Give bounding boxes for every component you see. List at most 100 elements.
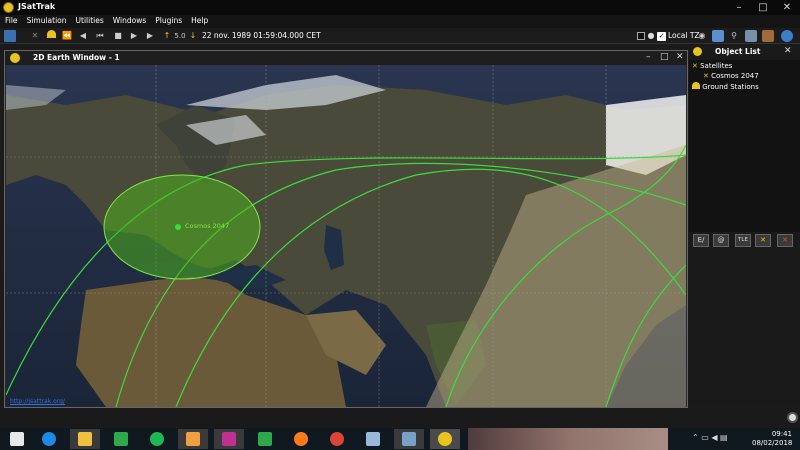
zoom-icon[interactable] [712,30,724,42]
earth-maximize-icon[interactable]: □ [660,52,669,62]
notebook-icon[interactable] [762,30,774,42]
title-bar: JSatTrak – □ ✕ [0,0,800,15]
satellite-item-icon: ✕ [703,72,709,80]
spotify-icon [150,432,164,446]
globe-icon[interactable] [781,30,793,42]
menu-windows[interactable]: Windows [108,15,150,25]
object-list-title: Object List [715,47,761,56]
panel-close-icon[interactable]: ✕ [784,46,792,56]
menu-file[interactable]: File [0,15,22,25]
moon-icon[interactable]: ● [647,30,655,42]
taskbar-firefox[interactable] [286,429,316,449]
tree-satellites[interactable]: ✕ Satellites [692,62,732,70]
firefox-icon [294,432,308,446]
app-icon [186,432,200,446]
taskbar-jsattrak[interactable] [430,429,460,449]
clock-time: 09:41 [771,430,792,438]
play-icon[interactable]: ▶ [145,30,155,42]
taskbar-store[interactable] [106,429,136,449]
earth-minimize-icon[interactable]: – [646,52,651,62]
satellite-label: Cosmos 2047 [185,222,230,230]
clock[interactable]: 09:41 08/02/2018 [752,430,792,448]
save-icon[interactable] [4,30,16,42]
satellite-footprint [103,174,261,280]
reset-icon[interactable]: ⏮ [95,30,105,42]
decrease-step-icon[interactable]: ↓ [188,30,198,42]
tray-icons[interactable]: ⌃ ▭ ◀ ▤ [692,433,728,442]
local-tz-label: Local TZ [668,31,700,40]
earth-window: 2D Earth Window - 1 – □ ✕ Cosmos 2047 ht… [4,50,688,408]
taskbar-app1[interactable] [178,429,208,449]
photos-icon [402,432,416,446]
footer-link[interactable]: http://jsattrak.org/ [10,398,65,405]
pause-checkbox[interactable] [637,32,645,40]
ground-stations-icon [692,82,700,89]
taskbar-spotify[interactable] [142,429,172,449]
object-list-icon [693,47,702,56]
search-icon[interactable]: ⚲ [729,30,739,42]
step-forward-icon[interactable]: ▶ [129,30,139,42]
datetime-field[interactable]: 22 nov. 1989 01:59:04.000 CET [202,30,321,42]
camera-icon[interactable]: ◉ [697,30,707,42]
taskbar-explorer[interactable] [70,429,100,449]
increase-step-icon[interactable]: ↑ [162,30,172,42]
earth-close-icon[interactable]: ✕ [676,52,684,62]
local-tz-checkbox[interactable]: ✓ [657,32,666,41]
status-indicator-icon [787,412,798,423]
menu-utilities[interactable]: Utilities [71,15,108,25]
taskbar-app2[interactable] [214,429,244,449]
earth-map[interactable]: Cosmos 2047 http://jsattrak.org/ [6,65,686,407]
object-list-header: Object List ✕ [689,46,800,58]
windows-icon [10,432,24,446]
stop-icon[interactable]: ■ [113,30,123,42]
taskbar-paint[interactable] [358,429,388,449]
app-title: JSatTrak [18,2,56,11]
store-icon [114,432,128,446]
toolbar: ✕ ⏪ ◀ ⏮ ■ ▶ ▶ ↑ 5.0 ↓ 22 nov. 1989 01:59… [0,28,800,44]
remove-satellite-button[interactable]: ✕ [777,234,793,247]
satellites-icon: ✕ [692,62,698,70]
taskbar-wallpaper [468,428,668,450]
taskbar-ie[interactable] [34,429,64,449]
ie-icon [42,432,56,446]
paint-icon [366,432,380,446]
earth-window-icon [10,53,20,63]
earth-window-titlebar: 2D Earth Window - 1 – □ ✕ [5,51,687,65]
menu-bar: File Simulation Utilities Windows Plugins Hel… [0,15,800,28]
menu-help[interactable]: Help [186,15,212,25]
camera-app-icon [222,432,236,446]
satellite-item-label: Cosmos 2047 [711,72,759,80]
ground-stations-label: Ground Stations [702,83,759,91]
maximize-button[interactable]: □ [751,0,775,15]
earth-map-svg [6,65,686,407]
tree-item-cosmos[interactable]: ✕ Cosmos 2047 [703,72,759,80]
jsattrak-icon [438,432,452,446]
taskbar: ⌃ ▭ ◀ ▤ 09:41 08/02/2018 [0,428,800,450]
close-button[interactable]: ✕ [775,0,799,15]
app-logo-icon [3,2,14,13]
add-satellite-button[interactable]: ✕ [755,234,771,247]
edit-button[interactable]: E/ [693,234,709,247]
menu-simulation[interactable]: Simulation [22,15,71,25]
start-button[interactable] [2,429,32,449]
satellite-marker[interactable] [175,224,181,230]
object-list-panel: Object List ✕ ✕ Satellites ✕ Cosmos 2047… [689,44,800,406]
satellite-icon[interactable]: ✕ [29,30,41,42]
chrome-icon [330,432,344,446]
tree-ground-stations[interactable]: Ground Stations [692,82,759,91]
clock-date: 08/02/2018 [752,439,793,447]
tle-button[interactable]: TLE [735,234,751,247]
taskbar-photos[interactable] [394,429,424,449]
menu-plugins[interactable]: Plugins [150,15,186,25]
ground-station-icon[interactable] [45,30,57,42]
rewind-fast-icon[interactable]: ⏪ [62,30,72,42]
step-back-icon[interactable]: ◀ [78,30,88,42]
status-bar [0,408,800,428]
taskbar-calculator[interactable] [250,429,280,449]
object-tree: ✕ Satellites ✕ Cosmos 2047 Ground Statio… [689,60,800,232]
minimize-button[interactable]: – [727,0,751,15]
satellites-label: Satellites [700,62,733,70]
email-button[interactable]: @ [713,234,729,247]
taskbar-chrome[interactable] [322,429,352,449]
window-icon[interactable] [745,30,757,42]
